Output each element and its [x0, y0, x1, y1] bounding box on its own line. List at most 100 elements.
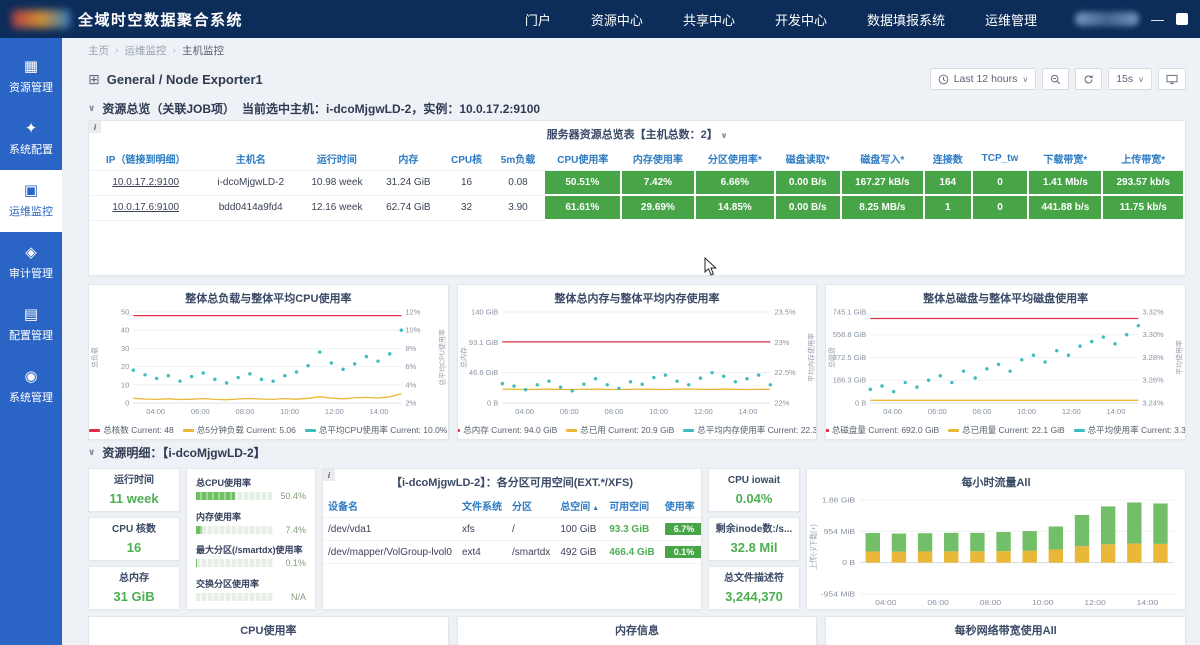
stat-title: CPU iowait [728, 475, 780, 487]
column-header[interactable]: 上传带宽* [1102, 147, 1184, 171]
column-header[interactable]: 设备名 [323, 494, 457, 518]
svg-text:06:00: 06:00 [191, 407, 210, 416]
svg-text:0 B: 0 B [487, 399, 498, 408]
zoom-out-button[interactable] [1042, 68, 1069, 90]
window-controls: — [1075, 12, 1188, 26]
column-header[interactable]: CPU核 [442, 147, 491, 171]
mount-cell: /smartdx [507, 541, 555, 564]
column-header[interactable]: 可用空间 [604, 494, 660, 518]
column-header[interactable]: 使用率 [660, 494, 702, 518]
overview-charts-row: 整体总负载与整体平均CPU使用率5040302010012%10%8%6%4%2… [88, 284, 1186, 440]
sidebar-item-3[interactable]: ▣运维监控 [0, 170, 62, 232]
sidebar-item-5[interactable]: ▤配置管理 [0, 294, 62, 356]
host-ip-link[interactable]: 10.0.17.2:9100 [89, 171, 202, 196]
stat-value: 3,244,370 [725, 589, 783, 604]
detail-section-header[interactable]: ∨ 资源明细：【i-dcoMjgwLD-2】 [88, 440, 1186, 464]
column-header[interactable]: 总空间 ▲ [555, 494, 604, 518]
nav-item-5[interactable]: 数据填报系统 [867, 10, 945, 29]
legend-item[interactable]: 总已用 Current: 20.9 GiB [566, 424, 674, 436]
column-header[interactable]: 分区 [507, 494, 555, 518]
column-header[interactable]: 连接数 [924, 147, 972, 171]
nav-item-6[interactable]: 运维管理 [985, 10, 1037, 29]
column-header[interactable]: TCP_tw [972, 147, 1029, 171]
table-row: /dev/vda1xfs/100 GiB93.3 GiB6.7% [323, 518, 702, 541]
stat-title: CPU 核数 [112, 524, 156, 536]
breadcrumb-separator: › [173, 44, 177, 56]
column-header[interactable]: CPU使用率 [545, 147, 621, 171]
gauge-label: 总CPU使用率 [196, 476, 306, 489]
nav-item-3[interactable]: 共享中心 [683, 10, 735, 29]
svg-text:0: 0 [125, 399, 129, 408]
metric-cell: 14.85% [695, 195, 775, 220]
maximize-button[interactable] [1176, 13, 1188, 25]
chart-plot-area[interactable]: 140 GiB93.1 GiB46.6 GiB0 B23.5%23%22.5%2… [458, 306, 817, 418]
gauge-label: 最大分区(/smartdx)使用率 [196, 543, 306, 556]
column-header[interactable]: 内存使用率 [621, 147, 695, 171]
panel-title: CPU使用率 [89, 617, 448, 638]
stat-panel-right-2: 剩余inode数:/s...32.8 Mil [708, 517, 800, 561]
metric-cell: 50.51% [545, 171, 621, 196]
config-icon: ▤ [24, 307, 38, 322]
sidebar-item-1[interactable]: ▦ 资源管理 [0, 46, 62, 108]
column-header[interactable]: 磁盘读取* [775, 147, 841, 171]
chart-plot-area[interactable]: 745.1 GiB558.8 GiB372.5 GiB186.3 GiB0 B3… [826, 306, 1185, 418]
legend-item[interactable]: 总平均使用率 Current: 3.3% [1074, 424, 1186, 436]
legend-item[interactable]: 总磁盘量 Current: 692.0 GiB [825, 424, 939, 436]
display-button[interactable] [1158, 68, 1186, 90]
sidebar-item-label: 资源管理 [9, 79, 53, 95]
legend-item[interactable]: 总平均CPU使用率 Current: 10.0% [305, 424, 447, 436]
system-icon: ◉ [24, 369, 37, 384]
sidebar-item-6[interactable]: ◉系统管理 [0, 356, 62, 418]
detail-row: 运行时间11 weekCPU 核数16总内存31 GiB 总CPU使用率50.4… [88, 468, 1186, 610]
refresh-interval-picker[interactable]: 15s ∨ [1108, 68, 1152, 90]
host-ip-link[interactable]: 10.0.17.6:9100 [89, 195, 202, 220]
chart-plot-area[interactable]: 5040302010012%10%8%6%4%2%04:0006:0008:00… [89, 306, 448, 418]
hourly-traffic-chart[interactable]: 1.86 GiB954 MiB0 B-954 MiB上传(-)/下载(+)04:… [807, 490, 1185, 608]
app-logo [12, 10, 70, 28]
nav-item-1[interactable]: 门户 [525, 10, 551, 29]
device-cell: /dev/mapper/VolGroup-lvol0 [323, 541, 457, 564]
column-header[interactable]: 磁盘写入* [841, 147, 924, 171]
column-header[interactable]: IP（链接到明细） [89, 147, 202, 171]
column-header[interactable]: 分区使用率* [695, 147, 775, 171]
user-menu[interactable] [1075, 12, 1139, 26]
column-header[interactable]: 运行时间 [299, 147, 375, 171]
legend-item[interactable]: 总内存 Current: 94.0 GiB [457, 424, 558, 436]
top-navigation: 门户 资源中心 共享中心 开发中心 数据填报系统 运维管理 [525, 10, 1037, 29]
column-header[interactable]: 5m负载 [491, 147, 545, 171]
legend-item[interactable]: 总平均内存使用率 Current: 22.3% [683, 424, 817, 436]
breadcrumb-item-1[interactable]: 主页 [88, 43, 109, 58]
chevron-down-icon[interactable]: ∨ [721, 131, 728, 140]
metric-cell: 0.00 B/s [775, 171, 841, 196]
database-icon: ▦ [24, 59, 38, 74]
chart-legend: 总磁盘量 Current: 692.0 GiB 总已用量 Current: 22.… [826, 424, 1185, 436]
svg-text:3.26%: 3.26% [1143, 376, 1165, 385]
sidebar-item-4[interactable]: ◈审计管理 [0, 232, 62, 294]
nav-item-2[interactable]: 资源中心 [591, 10, 643, 29]
overview-section-header[interactable]: ∨ 资源总览（关联JOB项） 当前选中主机：i-dcoMjgwLD-2，实例：1… [88, 96, 1186, 120]
legend-item[interactable]: 总已用量 Current: 22.1 GiB [948, 424, 1065, 436]
nav-item-4[interactable]: 开发中心 [775, 10, 827, 29]
svg-text:23.5%: 23.5% [774, 308, 796, 317]
fs-cell: ext4 [457, 541, 507, 564]
usage-badge: 6.7% [665, 523, 702, 535]
column-header[interactable]: 内存 [375, 147, 442, 171]
sidebar-item-2[interactable]: ✦系统配置 [0, 108, 62, 170]
panel-info-icon[interactable]: i [323, 469, 335, 481]
column-header[interactable]: 下载带宽* [1028, 147, 1102, 171]
table-row: 10.0.17.2:9100i-dcoMjgwLD-210.98 week31.… [89, 171, 1184, 196]
stats-column-left: 运行时间11 weekCPU 核数16总内存31 GiB [88, 468, 180, 610]
column-header[interactable]: 文件系统 [457, 494, 507, 518]
legend-item[interactable]: 总核数 Current: 48 [89, 424, 173, 436]
column-header[interactable]: 主机名 [202, 147, 299, 171]
breadcrumb-item-2[interactable]: 运维监控 [125, 43, 167, 58]
svg-text:06:00: 06:00 [927, 598, 949, 606]
minimize-button[interactable]: — [1151, 13, 1164, 26]
breadcrumb-item-3[interactable]: 主机监控 [182, 43, 224, 58]
refresh-button[interactable] [1075, 68, 1102, 90]
svg-text:0 B: 0 B [855, 399, 866, 408]
stat-panel-left-3: 总内存31 GiB [88, 566, 180, 610]
time-range-picker[interactable]: Last 12 hours ∨ [930, 68, 1037, 90]
legend-item[interactable]: 总5分钟负载 Current: 5.06 [183, 424, 296, 436]
panel-info-icon[interactable]: i [89, 121, 101, 133]
